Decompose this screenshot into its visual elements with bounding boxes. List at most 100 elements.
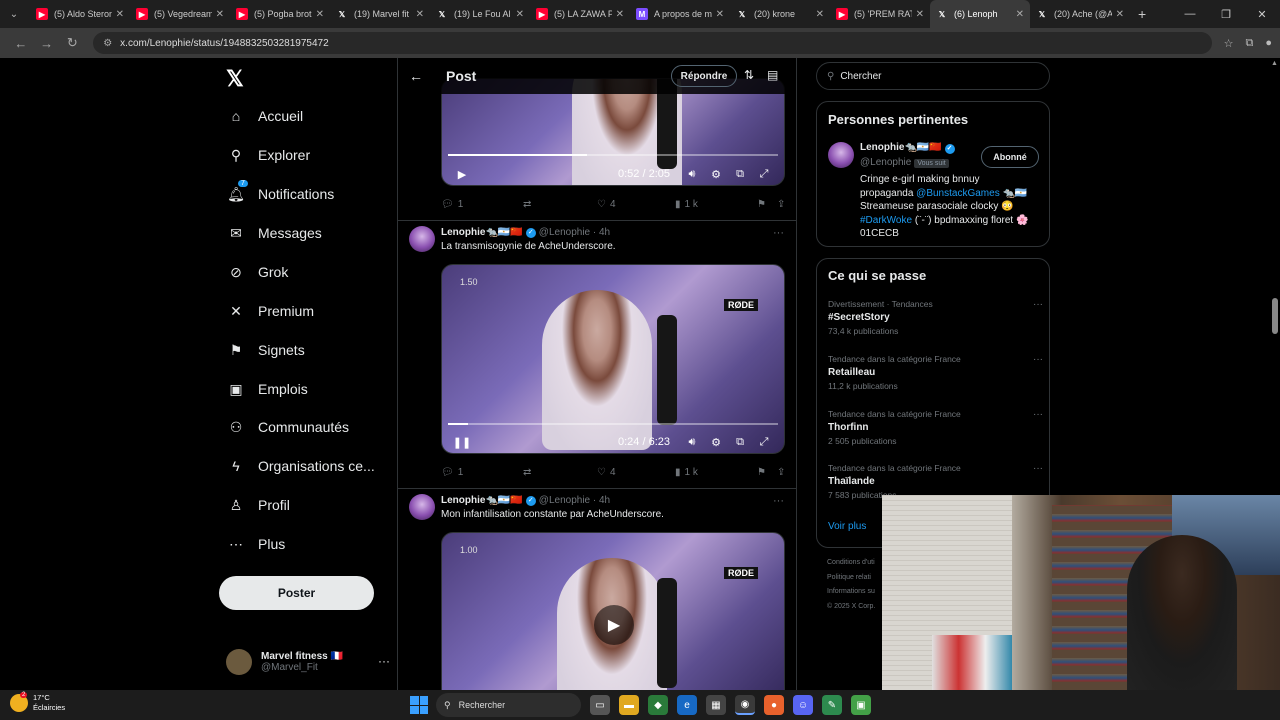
following-button[interactable]: Abonné — [981, 146, 1039, 168]
author-handle[interactable]: @Lenophie · 4h — [539, 227, 610, 238]
hashtag-link[interactable]: #DarkWoke — [860, 215, 912, 226]
play-icon[interactable]: ▶ — [450, 168, 474, 181]
video-player[interactable]: ▶ 0:52 / 2:05 🔊︎ ⚙ ⧉ ⤢ — [441, 78, 785, 186]
bookmark-action[interactable]: ⚑ — [757, 467, 777, 478]
trend-item[interactable]: Tendance dans la catégorie France Retail… — [828, 354, 1043, 391]
firefox-icon[interactable]: ● — [764, 695, 784, 715]
back-icon[interactable]: ← — [8, 36, 34, 51]
gamepass-icon[interactable]: ◆ — [648, 695, 668, 715]
bookmark-action[interactable]: ⚑ — [757, 199, 777, 210]
see-more-link[interactable]: Voir plus — [828, 521, 866, 532]
browser-tab[interactable]: 𝕏 (20) Ache (@A ✕ — [1030, 0, 1130, 28]
pause-icon[interactable]: ❚❚ — [450, 436, 474, 449]
app-icon[interactable]: ▣ — [851, 695, 871, 715]
profile-avatar-icon[interactable]: ● — [1265, 37, 1272, 49]
nav-item-premium[interactable]: ✕ Premium — [226, 293, 396, 329]
volume-icon[interactable]: 🔊︎ — [680, 436, 704, 449]
nav-item-profile[interactable]: ♙ Profil — [226, 487, 396, 523]
browser-tab[interactable]: ▶ (5) 'PREM RAT ✕ — [830, 0, 930, 28]
discord-icon[interactable]: ☺ — [793, 695, 813, 715]
more-icon[interactable]: ··· — [1033, 354, 1043, 365]
chrome-icon[interactable]: ◉ — [735, 695, 755, 715]
pip-icon[interactable]: ⧉ — [728, 436, 752, 449]
author-name[interactable]: Lenophie🐀🇦🇷🇨🇳 — [441, 227, 523, 238]
new-tab-icon[interactable]: + — [1138, 6, 1146, 22]
author-handle[interactable]: @Lenophie · 4h — [539, 495, 610, 506]
more-icon[interactable]: ··· — [378, 654, 390, 668]
nav-item-bookmarks[interactable]: ⚑ Signets — [226, 332, 396, 368]
suggested-name[interactable]: Lenophie🐀🇦🇷🇨🇳 ✓ — [860, 142, 955, 154]
close-tab-icon[interactable]: ✕ — [516, 9, 524, 20]
reader-view-icon[interactable]: ▤ — [767, 68, 778, 82]
close-tab-icon[interactable]: ✕ — [1116, 9, 1124, 20]
video-player[interactable]: 1.50 RØDE ❚❚ 0:24 / 6:23 🔊︎ ⚙ ⧉ ⤢ — [441, 264, 785, 454]
browser-tab[interactable]: ▶ (5) Pogba brot ✕ — [230, 0, 330, 28]
x-logo-icon[interactable]: 𝕏 — [226, 66, 244, 92]
play-button-icon[interactable]: ▶ — [594, 605, 634, 645]
nav-item-explore[interactable]: ⚲ Explorer — [226, 137, 396, 173]
nav-item-more[interactable]: ⋯ Plus — [226, 526, 396, 562]
more-icon[interactable]: ··· — [1033, 299, 1043, 310]
repost-action[interactable]: ⇄ — [523, 467, 597, 478]
reply-button[interactable]: Répondre — [671, 65, 737, 87]
nav-item-communities[interactable]: ⚇ Communautés — [226, 409, 396, 445]
browser-tab[interactable]: ▶ (5) Vegedream ✕ — [130, 0, 230, 28]
reply-action[interactable]: 💬︎ 1 — [441, 467, 523, 478]
fullscreen-icon[interactable]: ⤢ — [752, 168, 776, 181]
views-action[interactable]: ▮ 1 k — [675, 467, 757, 478]
more-icon[interactable]: ··· — [773, 227, 784, 239]
more-icon[interactable]: ··· — [773, 495, 784, 507]
site-info-icon[interactable]: ⚙ — [103, 38, 112, 49]
scrollbar-thumb[interactable] — [1272, 298, 1278, 334]
more-icon[interactable]: ··· — [1033, 463, 1043, 474]
footer-link[interactable]: Politique relati — [827, 571, 875, 586]
share-action[interactable]: ⇪ — [777, 199, 785, 210]
app-icon[interactable]: ✎ — [822, 695, 842, 715]
nav-item-grok[interactable]: ⊘ Grok — [226, 254, 396, 290]
post-button[interactable]: Poster — [219, 576, 374, 610]
trend-item[interactable]: Divertissement · Tendances #SecretStory … — [828, 299, 1043, 336]
close-tab-icon[interactable]: ✕ — [616, 9, 624, 20]
views-action[interactable]: ▮ 1 k — [675, 199, 757, 210]
trend-item[interactable]: Tendance dans la catégorie France Thorfi… — [828, 409, 1043, 446]
weather-widget[interactable]: 2 17°C Éclaircies — [10, 692, 65, 713]
filter-icon[interactable]: ⇅ — [744, 68, 754, 82]
footer-link[interactable]: Informations su — [827, 585, 875, 600]
nav-item-organizations[interactable]: ϟ Organisations ce... — [226, 448, 396, 484]
close-tab-icon[interactable]: ✕ — [216, 9, 224, 20]
back-arrow-icon[interactable]: ← — [398, 68, 434, 84]
avatar[interactable] — [828, 142, 854, 168]
browser-tab[interactable]: ▶ (5) LA ZAWA P ✕ — [530, 0, 630, 28]
browser-tab[interactable]: 𝕏 (19) Le Fou Al ✕ — [430, 0, 530, 28]
fullscreen-icon[interactable]: ⤢ — [752, 436, 776, 449]
edge-icon[interactable]: e — [677, 695, 697, 715]
nav-item-jobs[interactable]: ▣ Emplois — [226, 371, 396, 407]
avatar[interactable] — [409, 494, 435, 520]
repost-action[interactable]: ⇄ — [523, 199, 597, 210]
browser-tab[interactable]: ▶ (5) Aldo Steron ✕ — [30, 0, 130, 28]
video-progress-bar[interactable] — [448, 423, 778, 425]
forward-icon[interactable]: → — [34, 36, 60, 51]
taskbar-search[interactable]: ⚲ Rechercher — [436, 693, 581, 717]
avatar[interactable] — [409, 226, 435, 252]
tab-search-icon[interactable]: ⌄ — [4, 4, 24, 24]
browser-tab[interactable]: MA propos de m ✕ — [630, 0, 730, 28]
scroll-up-icon[interactable]: ▲ — [1271, 60, 1278, 67]
like-action[interactable]: ♡ 4 — [597, 467, 675, 478]
volume-icon[interactable]: 🔊︎ — [680, 168, 704, 181]
video-progress-bar[interactable] — [448, 154, 778, 156]
extensions-icon[interactable]: ⧉ — [1246, 37, 1254, 50]
video-player[interactable]: 1.00 RØDE ▶ — [441, 532, 785, 690]
close-tab-icon[interactable]: ✕ — [316, 9, 324, 20]
mention-link[interactable]: @BunstackGames — [916, 188, 1000, 199]
settings-icon[interactable]: ⚙ — [704, 168, 728, 181]
nav-item-home[interactable]: ⌂ Accueil — [226, 98, 396, 134]
store-icon[interactable]: ▦ — [706, 695, 726, 715]
minimize-icon[interactable]: — — [1172, 8, 1208, 20]
close-tab-icon[interactable]: ✕ — [716, 9, 724, 20]
close-tab-icon[interactable]: ✕ — [416, 9, 424, 20]
url-field[interactable]: ⚙ x.com/Lenophie/status/1948832503281975… — [93, 32, 1212, 54]
task-view-icon[interactable]: ▭ — [590, 695, 610, 715]
reload-icon[interactable]: ↻ — [59, 35, 85, 51]
close-tab-icon[interactable]: ✕ — [1016, 9, 1024, 20]
